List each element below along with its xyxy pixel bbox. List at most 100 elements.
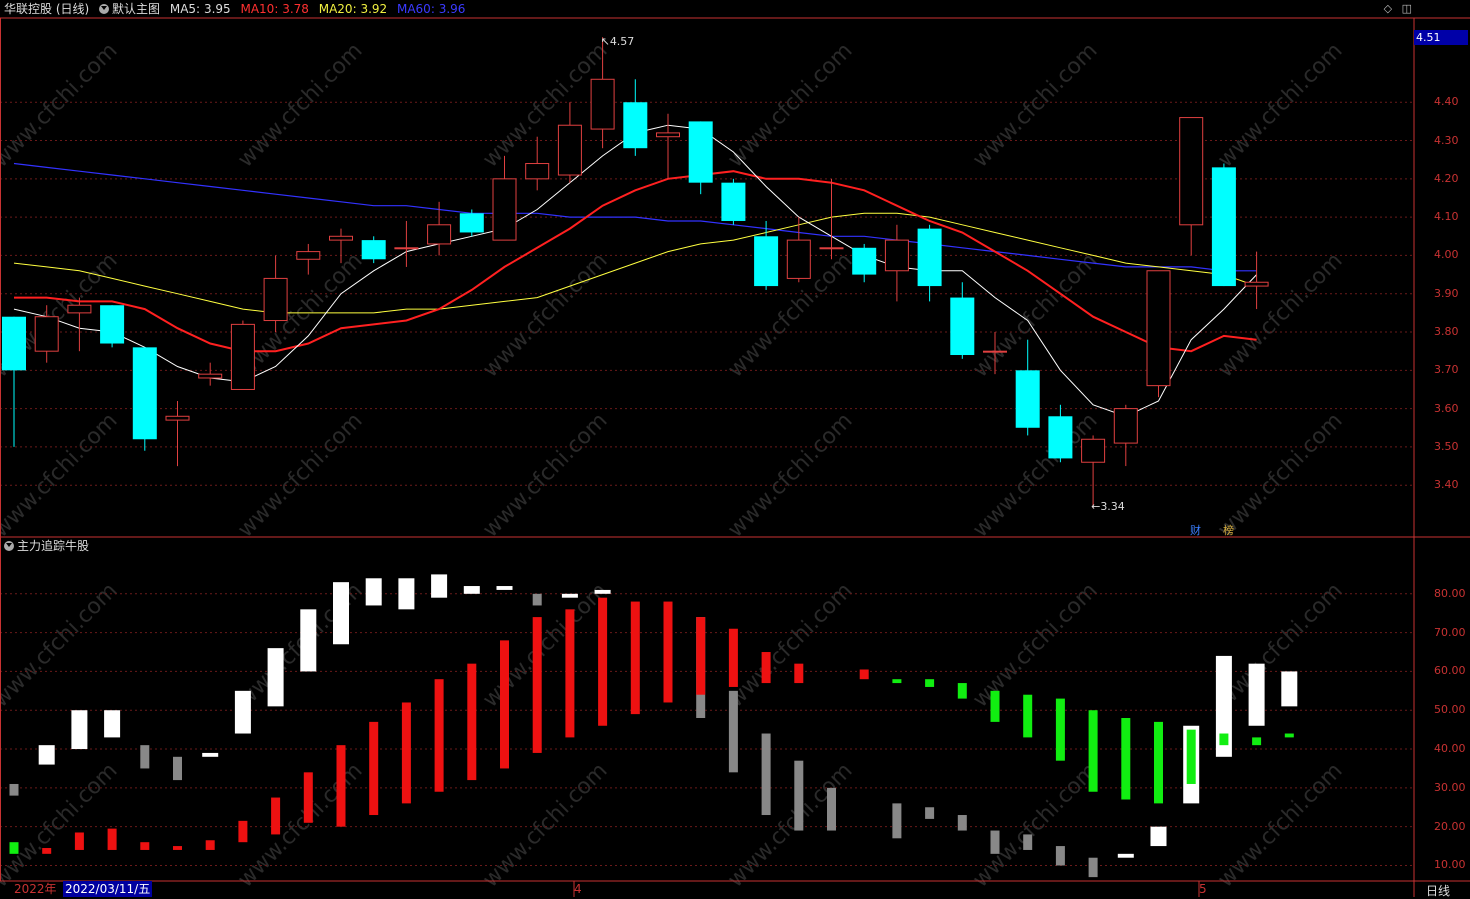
candle-body-28 bbox=[917, 228, 942, 287]
dropdown-icon bbox=[4, 540, 14, 551]
chart-toolbar: ◇ ◫ bbox=[1378, 2, 1412, 15]
indicator-tick-6: 20.00 bbox=[1434, 819, 1466, 833]
price-tick-8: 3.60 bbox=[1434, 401, 1459, 415]
candle-body-11 bbox=[361, 240, 386, 260]
month-label-5: 5 bbox=[1199, 882, 1207, 896]
indicator-bars bbox=[9, 574, 1298, 878]
candle-body-14 bbox=[459, 213, 484, 233]
watermark-28: www.cfchi.com bbox=[968, 758, 1102, 892]
indicator-bar-12-1 bbox=[398, 578, 415, 610]
candle-34 bbox=[1113, 404, 1138, 467]
candle-27 bbox=[884, 224, 909, 302]
indicator-bar-26-0 bbox=[859, 669, 869, 680]
indicator-bar-16-1 bbox=[532, 593, 542, 606]
indicator-bar-24-1 bbox=[794, 663, 804, 684]
indicator-bar-25-0 bbox=[827, 787, 836, 831]
indicator-tick-1: 70.00 bbox=[1434, 625, 1466, 639]
indicator-bar-3-1 bbox=[104, 710, 121, 738]
indicator-bar-22-1 bbox=[728, 628, 738, 687]
watermark-4: www.cfchi.com bbox=[968, 38, 1102, 172]
candle-body-21 bbox=[688, 121, 713, 183]
candle-body-18 bbox=[590, 78, 615, 130]
indicator-bar-30-1 bbox=[990, 690, 1000, 722]
watermark-14: www.cfchi.com bbox=[478, 408, 612, 542]
candle-body-3 bbox=[100, 305, 125, 344]
candle-body-35 bbox=[1146, 270, 1171, 387]
indicator-bar-1-1 bbox=[38, 745, 55, 765]
candle-body-37 bbox=[1211, 167, 1236, 287]
watermark-25: www.cfchi.com bbox=[233, 758, 367, 892]
indicator-tick-7: 10.00 bbox=[1434, 858, 1466, 872]
indicator-bar-23-0 bbox=[761, 733, 771, 816]
kline-chart-canvas[interactable]: www.cfchi.com www.cfchi.com www.cfchi.com w… bbox=[0, 0, 1470, 897]
candle-body-5 bbox=[165, 415, 190, 421]
indicator-bar-34-0 bbox=[1117, 853, 1134, 858]
indicator-bar-32-0 bbox=[1055, 846, 1065, 866]
sub-indicator-header[interactable]: 主力追踪牛股 bbox=[4, 538, 89, 554]
indicator-bar-11-1 bbox=[365, 578, 382, 606]
window-icon[interactable]: ◫ bbox=[1402, 2, 1412, 15]
finance-tag[interactable]: 财 bbox=[1190, 522, 1201, 538]
candle-body-13 bbox=[427, 224, 452, 245]
candle-body-29 bbox=[950, 297, 975, 356]
watermark-15: www.cfchi.com bbox=[723, 408, 857, 542]
indicator-bar-27-0 bbox=[892, 803, 902, 839]
indicator-bar-28-0 bbox=[925, 807, 935, 819]
candle-38 bbox=[1244, 251, 1269, 310]
watermark-5: www.cfchi.com bbox=[1213, 38, 1347, 172]
price-tick-1: 4.30 bbox=[1434, 133, 1459, 147]
indicator-bar-15-1 bbox=[496, 586, 513, 590]
ranking-tag[interactable]: 榜 bbox=[1223, 522, 1234, 538]
candle-35 bbox=[1146, 270, 1171, 398]
price-tick-2: 4.20 bbox=[1434, 171, 1459, 185]
candle-body-19 bbox=[623, 102, 648, 149]
candle-body-23 bbox=[754, 236, 779, 287]
ma10-line bbox=[14, 170, 1257, 353]
period-selector[interactable]: 日线 bbox=[1426, 882, 1450, 899]
indicator-bar-29-0 bbox=[957, 815, 967, 831]
candle-22 bbox=[721, 178, 746, 225]
candle-2 bbox=[67, 297, 92, 352]
candle-7 bbox=[230, 320, 255, 390]
indicator-bar-7-0 bbox=[238, 820, 248, 843]
candle-20 bbox=[656, 113, 680, 179]
candle-32 bbox=[1048, 404, 1073, 463]
indicator-bar-5-1 bbox=[173, 756, 182, 781]
candle-body-30 bbox=[983, 350, 1007, 353]
current-price-tag: 4.51 bbox=[1414, 30, 1468, 45]
price-tick-3: 4.10 bbox=[1434, 210, 1459, 224]
candle-33 bbox=[1081, 435, 1106, 509]
ma5-legend: MA5: 3.95 bbox=[169, 2, 231, 16]
candle-11 bbox=[361, 236, 386, 264]
indicator-bar-23-1 bbox=[761, 652, 771, 684]
indicator-bar-33-0 bbox=[1088, 857, 1098, 878]
candle-body-7 bbox=[230, 323, 255, 390]
diamond-icon[interactable]: ◇ bbox=[1384, 2, 1392, 15]
indicator-bar-18-1 bbox=[594, 589, 611, 594]
template-selector[interactable]: 默认主图 bbox=[99, 2, 160, 16]
indicator-bar-5-0 bbox=[173, 846, 182, 850]
watermark-0: www.cfchi.com bbox=[0, 38, 123, 172]
watermark-layer: www.cfchi.com www.cfchi.com www.cfchi.com w… bbox=[0, 38, 1348, 892]
indicator-bar-35-1 bbox=[1154, 721, 1163, 804]
stock-title[interactable]: 华联控股 (日线) bbox=[4, 2, 89, 16]
indicator-bar-33-1 bbox=[1088, 710, 1098, 792]
candle-body-34 bbox=[1113, 408, 1138, 444]
low-price-label: ←3.34 bbox=[1091, 500, 1125, 514]
indicator-bar-27-1 bbox=[892, 679, 902, 684]
indicator-bar-31-1 bbox=[1023, 694, 1033, 738]
watermark-10: www.cfchi.com bbox=[968, 248, 1102, 382]
indicator-bar-31-0 bbox=[1023, 834, 1033, 850]
indicator-bar-17-1 bbox=[561, 593, 578, 598]
candle-9 bbox=[296, 243, 321, 275]
indicator-bar-20-0 bbox=[663, 601, 673, 703]
indicator-bar-4-1 bbox=[140, 745, 150, 769]
indicator-bar-2-1 bbox=[71, 710, 88, 750]
candle-37 bbox=[1211, 163, 1236, 287]
candle-body-2 bbox=[67, 304, 92, 314]
indicator-bar-38-0 bbox=[1248, 663, 1265, 726]
indicator-bar-36-1 bbox=[1186, 729, 1196, 784]
candle-23 bbox=[754, 220, 779, 290]
year-label: 2022年 bbox=[14, 882, 57, 896]
indicator-bar-18-0 bbox=[598, 597, 608, 726]
